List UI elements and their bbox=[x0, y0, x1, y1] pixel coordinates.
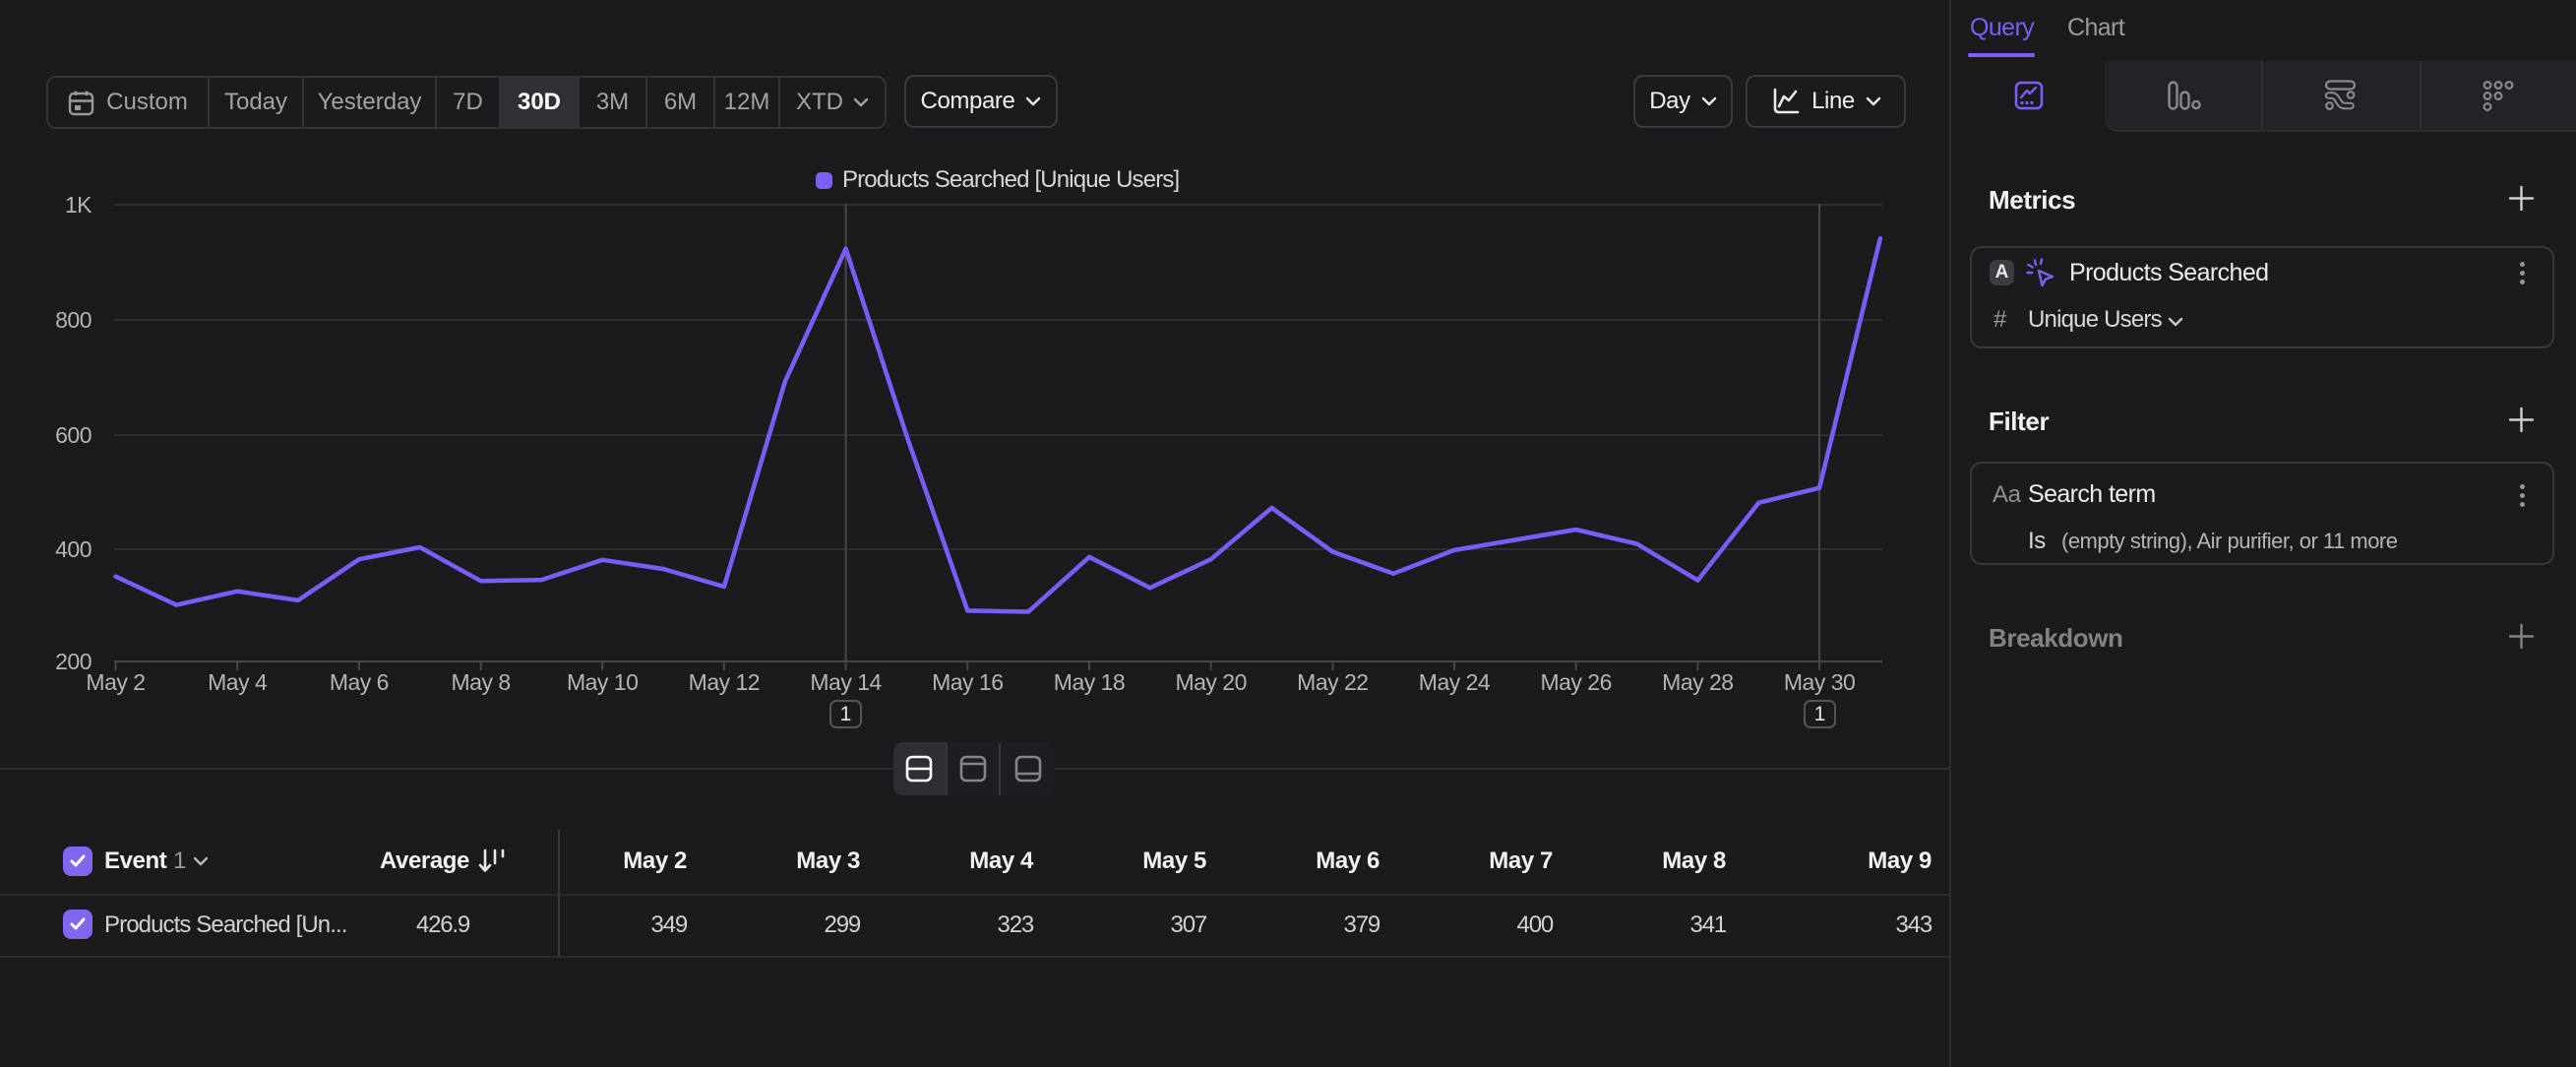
svg-text:May 6: May 6 bbox=[330, 669, 389, 695]
svg-text:600: 600 bbox=[55, 422, 92, 448]
svg-text:May 30: May 30 bbox=[1784, 669, 1855, 695]
svg-text:May 24: May 24 bbox=[1419, 669, 1491, 695]
svg-text:May 2: May 2 bbox=[86, 669, 145, 695]
svg-text:800: 800 bbox=[55, 307, 92, 333]
svg-text:May 14: May 14 bbox=[810, 669, 882, 695]
svg-text:May 28: May 28 bbox=[1662, 669, 1733, 695]
svg-text:May 16: May 16 bbox=[932, 669, 1003, 695]
svg-text:400: 400 bbox=[55, 536, 92, 562]
svg-text:May 8: May 8 bbox=[452, 669, 511, 695]
svg-text:May 18: May 18 bbox=[1054, 669, 1125, 695]
svg-text:May 4: May 4 bbox=[208, 669, 268, 695]
svg-text:May 20: May 20 bbox=[1175, 669, 1246, 695]
svg-text:May 12: May 12 bbox=[689, 669, 760, 695]
svg-text:May 10: May 10 bbox=[567, 669, 638, 695]
svg-text:1K: 1K bbox=[65, 192, 92, 218]
svg-text:May 22: May 22 bbox=[1297, 669, 1368, 695]
svg-text:May 26: May 26 bbox=[1540, 669, 1611, 695]
